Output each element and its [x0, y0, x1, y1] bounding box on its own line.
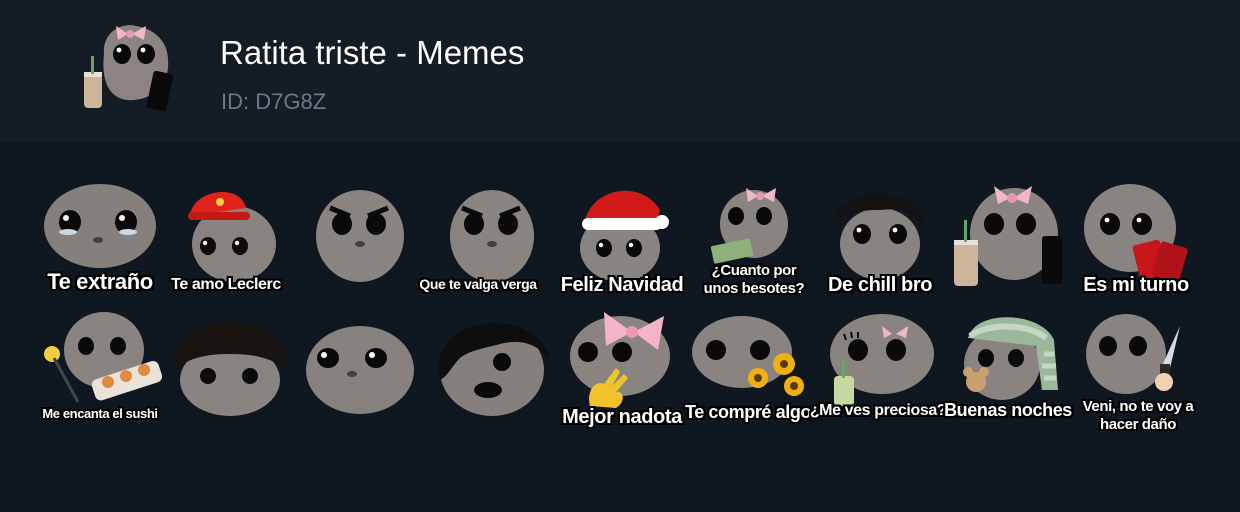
- sticker-emo-hair[interactable]: [430, 310, 554, 438]
- pack-title: Ratita triste - Memes: [220, 34, 525, 71]
- pack-icon: [76, 20, 180, 116]
- hamster-angry-icon: [316, 190, 404, 282]
- sticker-me-encanta-el-sushi[interactable]: Me encanta el sushi: [38, 310, 163, 438]
- sticker-es-mi-turno[interactable]: Es mi turno: [1074, 180, 1198, 308]
- sticker-te-compre-algo[interactable]: Te compré algo: [685, 310, 811, 438]
- sticker-sad-eyes[interactable]: [300, 310, 424, 438]
- sticker-de-chill-bro[interactable]: De chill bro: [818, 180, 942, 308]
- sticker-me-ves-preciosa[interactable]: ¿Me ves preciosa?: [810, 310, 947, 438]
- sticker-buenas-noches[interactable]: Buenas noches: [944, 310, 1072, 438]
- sticker-veni-no-te-voy-a-hacer-dano[interactable]: Veni, no te voy a hacer daño: [1076, 310, 1200, 438]
- sticker-caption: De chill bro: [827, 274, 933, 296]
- sticker-bowl-cut[interactable]: [168, 310, 292, 438]
- sticker-caption: Es mi turno: [1083, 274, 1189, 296]
- hamster-bow-boba-phone-icon: [84, 25, 173, 112]
- sticker-te-amo-leclerc[interactable]: Te amo Leclerc: [164, 180, 288, 308]
- sticker-hamster-bow-boba-phone[interactable]: [944, 180, 1068, 308]
- sticker-grid: Te extraño Te amo Leclerc Que te valga v…: [0, 142, 1240, 512]
- hamster-emo-hair-lips-icon: [438, 323, 550, 416]
- hamster-bowl-cut-icon: [175, 321, 287, 416]
- sticker-caption: Que te valga verga: [419, 276, 537, 292]
- pack-header: Ratita triste - Memes ID: D7G8Z: [0, 0, 1240, 142]
- sticker-cuanto-por-unos-besotes[interactable]: ¿Cuanto por unos besotes?: [692, 180, 816, 308]
- sticker-caption: Te amo Leclerc: [171, 276, 281, 293]
- sticker-caption: Feliz Navidad: [560, 274, 684, 296]
- hamster-sad-eyes-icon: [306, 326, 414, 414]
- sticker-caption: Me encanta el sushi: [42, 406, 158, 421]
- hamster-bow-boba-phone-icon: [954, 186, 1062, 286]
- sticker-caption: Veni, no te voy a hacer daño: [1082, 398, 1194, 433]
- sticker-feliz-navidad[interactable]: Feliz Navidad: [560, 180, 684, 308]
- sticker-te-extrano[interactable]: Te extraño: [38, 180, 162, 308]
- sticker-mejor-nadota[interactable]: Mejor nadota: [560, 310, 684, 438]
- sticker-que-te-valga-verga[interactable]: [290, 180, 414, 308]
- pack-id: ID: D7G8Z: [221, 89, 327, 114]
- sticker-que-te-valga-verga-2[interactable]: Que te valga verga: [416, 180, 540, 308]
